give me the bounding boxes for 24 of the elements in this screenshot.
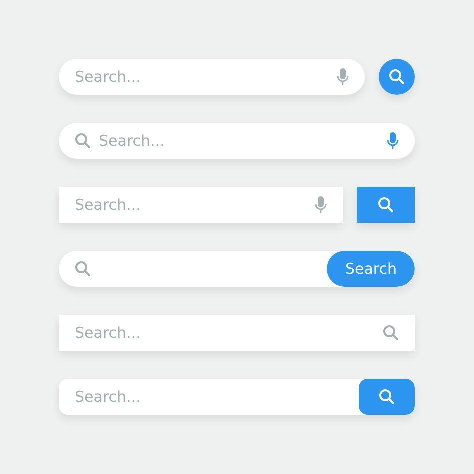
microphone-icon[interactable]	[387, 132, 399, 150]
microphone-icon[interactable]	[337, 68, 349, 86]
search-input[interactable]: Search...	[99, 132, 387, 150]
search-input[interactable]: Search...	[75, 196, 315, 214]
search-field[interactable]: Search...	[59, 123, 415, 159]
search-icon	[389, 69, 405, 85]
search-field[interactable]: Search	[59, 251, 415, 287]
search-icon	[378, 197, 394, 213]
search-icon	[383, 325, 399, 341]
microphone-icon[interactable]	[315, 196, 327, 214]
search-icon	[75, 133, 91, 149]
search-field[interactable]: Search...	[59, 379, 415, 415]
search-input[interactable]: Search...	[75, 68, 337, 86]
search-button[interactable]: Search	[327, 251, 415, 287]
search-button[interactable]	[357, 187, 415, 223]
search-field[interactable]: Search...	[59, 315, 415, 351]
search-input[interactable]: Search...	[75, 388, 359, 406]
search-field[interactable]: Search...	[59, 59, 365, 95]
search-field[interactable]: Search...	[59, 187, 343, 223]
search-icon	[379, 389, 395, 405]
search-button[interactable]	[359, 379, 415, 415]
search-button[interactable]	[379, 59, 415, 95]
search-icon	[75, 261, 91, 277]
search-input[interactable]: Search...	[75, 324, 383, 342]
